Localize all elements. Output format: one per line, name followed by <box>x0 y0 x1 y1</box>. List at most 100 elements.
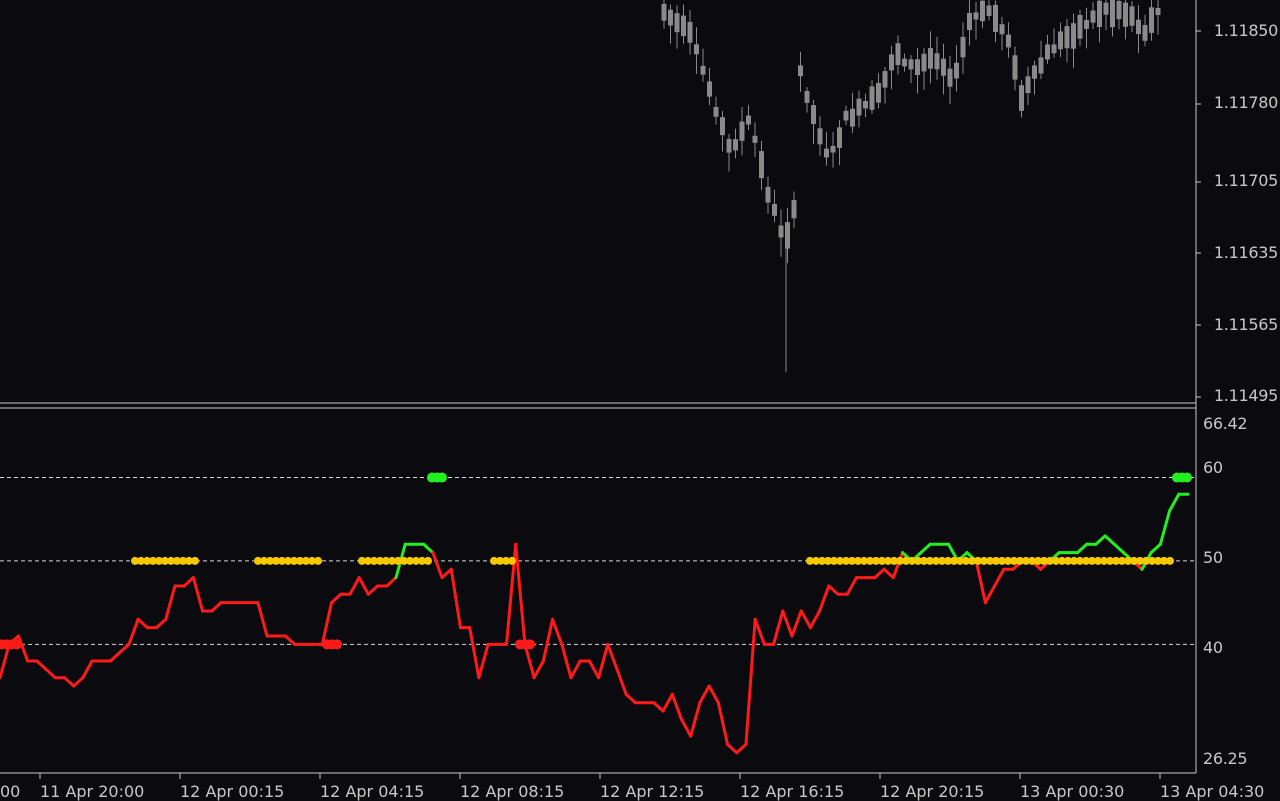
oscillator-segment <box>1103 534 1116 546</box>
oscillator-segment <box>118 642 131 655</box>
oscillator-segment <box>155 617 168 630</box>
oscillator-segment <box>716 701 730 746</box>
candle-body <box>863 101 868 109</box>
candle-body <box>1025 76 1031 94</box>
candle-body <box>954 62 959 79</box>
candle-body <box>1129 6 1135 26</box>
candle-body <box>687 21 693 43</box>
oscillator-segment <box>348 576 361 596</box>
candle-body <box>759 151 764 179</box>
oscillator-segment <box>744 617 757 746</box>
oscillator-segment <box>790 609 803 638</box>
oscillator-segment <box>661 692 674 713</box>
time-axis-label: 12 Apr 20:15 <box>880 782 985 801</box>
candle-body <box>1103 2 1109 15</box>
oscillator-segment <box>1094 534 1107 546</box>
candle-body <box>1149 7 1154 33</box>
candle-body <box>752 135 758 143</box>
candle-body <box>993 4 998 32</box>
oscillator-segment <box>44 667 57 680</box>
candle-body <box>1097 0 1102 27</box>
oscillator-segment <box>919 542 932 555</box>
indicator-axis-label: 26.25 <box>1203 749 1248 768</box>
oscillator-segment <box>541 617 555 663</box>
candle-body <box>830 145 836 153</box>
indicator-axis-label: 60 <box>1203 458 1223 477</box>
oscillator-segment <box>210 601 223 613</box>
time-axis-label: 12 Apr 16:15 <box>740 782 845 801</box>
candle-body <box>882 71 888 88</box>
indicator-axis-label: 50 <box>1203 548 1223 567</box>
oscillator-segment <box>993 567 1006 588</box>
signal-dot <box>191 556 199 565</box>
chart-frame <box>0 0 1201 779</box>
candle-body <box>876 82 881 103</box>
oscillator-segment <box>523 642 536 680</box>
oscillator-segment <box>560 642 573 680</box>
candle-body <box>798 65 803 77</box>
oscillator-segment <box>357 576 370 596</box>
candle-body <box>869 86 875 110</box>
candle-body <box>915 59 920 75</box>
candle-body <box>694 44 699 55</box>
oscillator-segment <box>707 684 720 705</box>
oscillator-segment <box>873 567 886 580</box>
oscillator-segment <box>726 742 739 755</box>
oscillator-segment <box>431 551 444 580</box>
signal-dot <box>332 639 342 650</box>
oscillator-segment <box>597 642 610 680</box>
oscillator-segment <box>735 742 748 755</box>
candle-body <box>1136 19 1141 35</box>
oscillator-segment <box>366 584 380 596</box>
candle-body <box>811 105 816 124</box>
oscillator-segment <box>62 676 76 688</box>
oscillator-segment <box>689 701 702 738</box>
oscillator-segment <box>440 567 453 580</box>
price-axis-label: 1.11565 <box>1213 315 1278 334</box>
oscillator-segment <box>974 559 987 605</box>
oscillator-segment <box>532 659 545 680</box>
oscillator-segment <box>679 717 693 738</box>
candle-body <box>681 15 686 37</box>
oscillator-segment <box>670 692 683 721</box>
candle-body <box>941 58 946 76</box>
oscillator-segment <box>827 584 840 596</box>
oscillator-segment <box>0 642 11 680</box>
oscillator-segment <box>1112 542 1126 555</box>
candle-body <box>1071 23 1076 49</box>
signal-dot <box>1166 556 1174 565</box>
oscillator-segment <box>468 626 481 680</box>
signal-dot <box>12 639 22 650</box>
candle-body <box>1019 85 1024 111</box>
candle-body <box>765 186 771 203</box>
candle-body <box>674 13 680 33</box>
oscillator-segment <box>818 584 831 613</box>
oscillator-segment <box>449 567 462 630</box>
candle-body <box>908 59 914 70</box>
candle-body <box>967 13 972 31</box>
signal-dot <box>437 472 447 483</box>
candle-body <box>960 36 966 58</box>
oscillator-segment <box>1168 492 1181 513</box>
candle-body <box>973 12 979 20</box>
candle-body <box>895 43 901 66</box>
price-candles <box>661 0 1161 372</box>
candle-body <box>889 54 894 71</box>
time-axis-label: 00 <box>0 782 21 801</box>
oscillator-segment <box>1149 542 1162 555</box>
candle-body <box>843 110 849 121</box>
candle-body <box>1155 7 1161 16</box>
time-axis-label: 12 Apr 08:15 <box>460 782 565 801</box>
oscillator-segment <box>983 584 997 605</box>
candle-body <box>791 200 797 219</box>
time-axis-label: 13 Apr 00:30 <box>1020 782 1125 801</box>
trading-chart[interactable] <box>0 0 1280 800</box>
indicator-axis-label: 66.42 <box>1203 414 1248 433</box>
oscillator-segment <box>136 617 149 630</box>
oscillator-segment <box>587 659 601 680</box>
oscillator-segment <box>1075 542 1089 555</box>
candle-body <box>1012 55 1018 80</box>
oscillator-segment <box>698 684 711 705</box>
price-axis-label: 1.11635 <box>1213 243 1278 262</box>
candle-body <box>1045 44 1050 60</box>
